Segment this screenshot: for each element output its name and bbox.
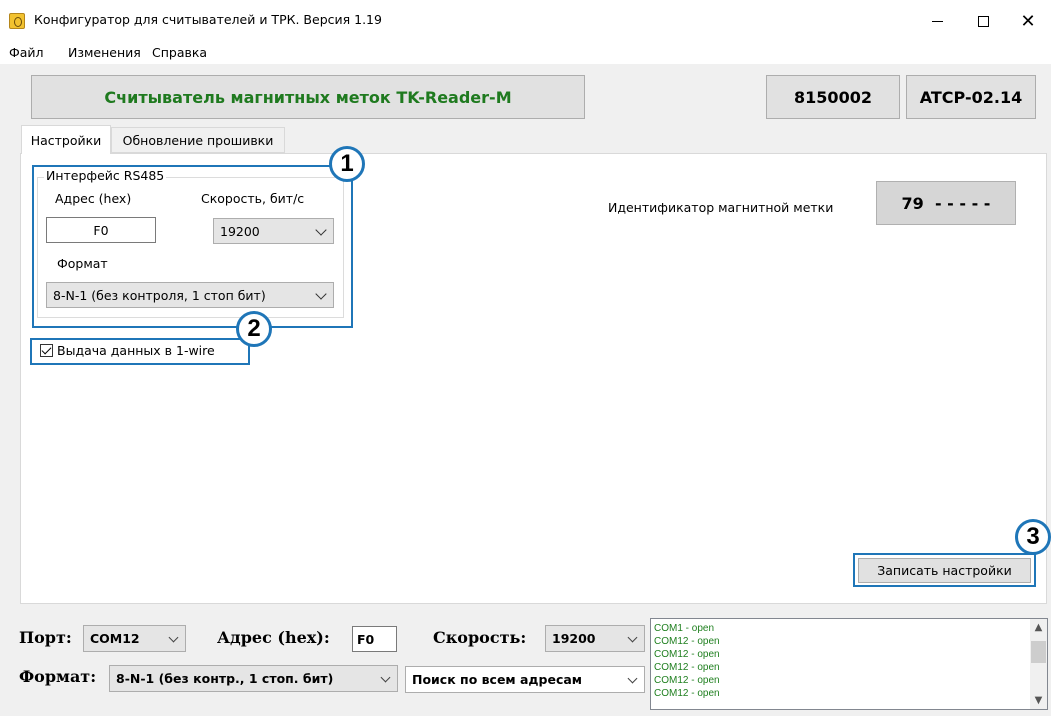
log-line: COM12 - open xyxy=(654,688,720,699)
log-line: COM12 - open xyxy=(654,675,720,686)
search-mode-select[interactable]: Поиск по всем адресам xyxy=(405,666,645,693)
bottom-speed-select[interactable]: 19200 xyxy=(545,625,645,652)
scroll-up-icon[interactable]: ▲ xyxy=(1030,619,1047,636)
tab-settings[interactable]: Настройки xyxy=(21,125,111,154)
callout-frame-3 xyxy=(853,553,1036,587)
app-logo-icon xyxy=(9,13,25,29)
com-log-list[interactable]: COM1 - open COM12 - open COM12 - open CO… xyxy=(650,618,1048,710)
port-select-value: COM12 xyxy=(90,631,140,646)
chevron-down-icon xyxy=(380,672,391,683)
search-mode-value: Поиск по всем адресам xyxy=(412,672,583,687)
maximize-button[interactable] xyxy=(960,0,1006,42)
log-line: COM1 - open xyxy=(654,623,715,634)
magnetic-tag-value: 79 - - - - - xyxy=(876,181,1016,225)
bottom-address-input[interactable]: F0 xyxy=(352,626,397,652)
callout-frame-1 xyxy=(32,165,353,328)
chevron-down-icon xyxy=(627,673,638,684)
scroll-down-icon[interactable]: ▼ xyxy=(1030,692,1047,709)
chevron-down-icon xyxy=(627,632,638,643)
callout-badge-1: 1 xyxy=(329,146,365,182)
menu-edit[interactable]: Изменения xyxy=(68,45,141,60)
bottom-format-value: 8-N-1 (без контр., 1 стоп. бит) xyxy=(116,671,334,686)
device-name-button[interactable]: Считыватель магнитных меток TK-Reader-M xyxy=(31,75,585,119)
maximize-icon xyxy=(977,15,989,27)
menu-file[interactable]: Файл xyxy=(9,45,44,60)
bottom-address-label: Адрес (hex): xyxy=(217,628,330,647)
menu-help[interactable]: Справка xyxy=(152,45,207,60)
window-title: Конфигуратор для считывателей и ТРК. Вер… xyxy=(34,12,382,27)
close-icon: ✕ xyxy=(1020,10,1036,32)
scroll-thumb[interactable] xyxy=(1031,641,1046,663)
bottom-speed-label: Скорость: xyxy=(433,628,527,647)
menu-bar: Файл Изменения Справка xyxy=(0,42,1051,64)
serial-number-button[interactable]: 8150002 xyxy=(766,75,900,119)
minimize-button[interactable] xyxy=(914,0,960,42)
bottom-format-label: Формат: xyxy=(19,667,97,686)
port-select[interactable]: COM12 xyxy=(83,625,186,652)
bottom-format-select[interactable]: 8-N-1 (без контр., 1 стоп. бит) xyxy=(109,665,398,692)
title-bar: Конфигуратор для считывателей и ТРК. Вер… xyxy=(0,0,1051,42)
tab-firmware-update[interactable]: Обновление прошивки xyxy=(111,127,285,153)
log-line: COM12 - open xyxy=(654,636,720,647)
log-line: COM12 - open xyxy=(654,649,720,660)
callout-badge-2: 2 xyxy=(236,311,272,347)
log-line: COM12 - open xyxy=(654,662,720,673)
chevron-down-icon xyxy=(168,632,179,643)
callout-frame-2 xyxy=(30,338,250,365)
close-button[interactable]: ✕ xyxy=(1005,0,1051,42)
firmware-version-button[interactable]: ATCP-02.14 xyxy=(906,75,1036,119)
bottom-speed-value: 19200 xyxy=(552,631,596,646)
callout-badge-3: 3 xyxy=(1015,519,1051,555)
magnetic-tag-label: Идентификатор магнитной метки xyxy=(608,200,834,215)
port-label: Порт: xyxy=(19,628,72,647)
minimize-icon xyxy=(931,20,943,22)
log-scrollbar[interactable]: ▲ ▼ xyxy=(1030,619,1047,709)
